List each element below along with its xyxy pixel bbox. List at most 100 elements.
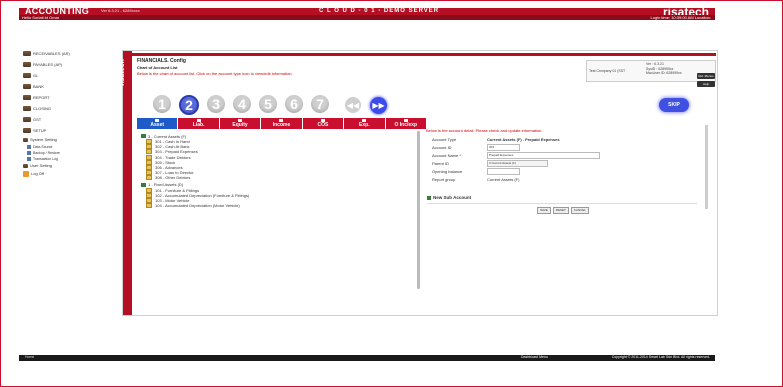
sidebar-item-user-setting[interactable]: User Setting [23, 162, 113, 169]
wizard-step-2[interactable]: 2 [179, 95, 199, 115]
help-button[interactable]: Help [697, 81, 715, 87]
tab-income[interactable]: Income [261, 118, 302, 129]
wizard-step-1[interactable]: 1 [153, 95, 171, 113]
cancel-button[interactable]: CANCEL [570, 207, 589, 214]
tab-exp[interactable]: Exp. [344, 118, 385, 129]
new-sub-account-link[interactable]: New Sub Account [427, 195, 471, 200]
tab-label: O Inc/exp [394, 122, 417, 128]
module-icon [23, 50, 31, 56]
sidebar-item-setup[interactable]: SETUP [23, 125, 113, 135]
tab-label: Asset [150, 122, 165, 128]
tab-asset[interactable]: Asset [137, 118, 178, 129]
tab-label: Exp. [359, 122, 370, 128]
wizard-step-7[interactable]: 7 [311, 95, 329, 113]
sidebar-item-label: CLOSING [33, 105, 52, 111]
detail-hint: Below is the account detail. Please chec… [426, 128, 543, 133]
parent-id-select[interactable]: 3 Current Assets (F) [487, 159, 548, 167]
fast-forward-icon[interactable]: ▶▶ [370, 97, 387, 114]
tab-liab[interactable]: Liab. [178, 118, 219, 129]
user-icon [23, 163, 28, 168]
wizard-step-3[interactable]: 3 [207, 95, 225, 113]
sidebar-item-bank[interactable]: BANK [23, 81, 113, 91]
account-name-field[interactable]: Prepaid Expenses [487, 151, 600, 159]
sidebar: RECEIVABLES (AR) PAYABLES (AP) GL BANK R… [23, 48, 113, 178]
tree-item[interactable]: 104 - Accumulated Depreciation (Motor Ve… [141, 203, 416, 209]
tree-item[interactable]: 308 - Other Debtors [141, 175, 416, 181]
wizard-step-6[interactable]: 6 [285, 95, 303, 113]
settings-icon [23, 137, 28, 142]
home-link[interactable]: Home [25, 355, 34, 359]
log-icon [27, 157, 31, 161]
sidebar-item-system-setting[interactable]: System Setting [23, 136, 113, 143]
tree-item-label: 308 - Other Debtors [155, 175, 191, 181]
page-hint: Below is the chart of account list. Clic… [137, 71, 293, 76]
account-id-field[interactable]: 303 [487, 143, 520, 151]
account-id-row: Account ID 303 [432, 143, 520, 151]
sidebar-item-label: System Setting [30, 137, 57, 142]
opening-balance-field[interactable] [487, 167, 520, 175]
copyright-text: Copyright © 2011-2014 Smart Lab Sdn Bhd.… [611, 355, 710, 359]
folder-group-icon [141, 182, 146, 187]
login-time: Login time: 10:39:00 AM Location: [650, 15, 711, 20]
sidebar-subitem-label: Transaction Log [33, 157, 58, 161]
account-name-label: Account Name * [432, 152, 461, 158]
account-type-tabs: Asset Liab. Equity Income COS Exp. O Inc… [137, 118, 427, 129]
sidebar-item-report[interactable]: REPORT [23, 92, 113, 102]
skip-button[interactable]: SKIP [659, 98, 689, 112]
module-icon [23, 105, 31, 111]
server-name: C L O U D - 0 1 - DEMO SERVER [319, 8, 440, 14]
wizard-step-5[interactable]: 5 [259, 95, 277, 113]
save-button[interactable]: SAVE [537, 207, 551, 214]
sidebar-item-label: GST [33, 116, 42, 122]
macuser-line: MacUser ID: 628959xx [646, 71, 682, 75]
report-group-value: Current Assets (F) [487, 176, 520, 182]
refresh-menus-button[interactable]: Ref. Menus [697, 73, 715, 79]
panel-side-tab: risatech [119, 51, 132, 315]
page-title: FINANCIALS. Config [137, 58, 186, 64]
sidebar-item-label: PAYABLES (AP) [33, 61, 63, 67]
sidebar-subitem-label: Data Source [33, 145, 53, 149]
account-detail: Below is the account detail. Please chec… [423, 125, 703, 225]
logoff-icon [23, 170, 29, 177]
sidebar-subitem-label: Backup / Restore [33, 151, 60, 155]
module-icon [23, 94, 31, 100]
tree-group-label: 1 - Fixed Assets (D) [148, 182, 184, 187]
tree-group-label: 3 - Current Assets (F) [148, 133, 187, 139]
sidebar-item-gst[interactable]: GST [23, 114, 113, 124]
sidebar-item-gl[interactable]: GL [23, 70, 113, 80]
account-type-row: Account Type Current Assets (F) . Prepaid… [432, 136, 560, 142]
module-icon [23, 83, 31, 89]
tab-label: Liab. [192, 122, 205, 128]
folder-group-icon [141, 134, 146, 138]
detail-buttons: SAVE RESET CANCEL [537, 207, 591, 214]
module-icon [23, 127, 31, 133]
report-group-row: Report group Current Assets (F) [432, 176, 519, 182]
detail-scrollbar[interactable] [705, 125, 708, 209]
account-id-label: Account ID [432, 144, 452, 150]
sidebar-item-label: SETUP [33, 127, 47, 133]
tab-other-inc-exp[interactable]: O Inc/exp [385, 118, 426, 129]
company-info-box: Test Company 01 (SST Ver : 6.3.21 SysID … [586, 60, 716, 87]
reset-button[interactable]: RESET [552, 207, 569, 214]
tree-scrollbar[interactable] [417, 131, 420, 289]
tab-label: COS [317, 122, 329, 128]
sidebar-item-payables[interactable]: PAYABLES (AP) [23, 59, 113, 69]
footer-bar: Home Dashboard Menu Copyright © 2011-201… [19, 355, 715, 361]
sidebar-item-closing[interactable]: CLOSING [23, 103, 113, 113]
tab-cos[interactable]: COS [302, 118, 344, 129]
version-info: Ver : 6.3.21 SysID : 628959xx MacUser ID… [646, 62, 682, 76]
tab-equity[interactable]: Equity [219, 118, 261, 129]
dashboard-menu-link[interactable]: Dashboard Menu [521, 355, 548, 359]
wizard-step-4[interactable]: 4 [233, 95, 251, 113]
parent-id-row: Parent ID 3 Current Assets (F) [432, 159, 548, 167]
sidebar-item-receivables[interactable]: RECEIVABLES (AR) [23, 48, 113, 58]
account-name-row: Account Name * Prepaid Expenses [432, 151, 600, 159]
rewind-icon[interactable]: ◀◀ [345, 97, 361, 113]
account-type-value: Current Assets (F) . Prepaid Expenses [487, 136, 560, 142]
main-panel: risatech FINANCIALS. Config Chart of Acc… [119, 50, 718, 316]
company-name: Test Company 01 (SST [589, 69, 626, 73]
opening-balance-row: Opening balance [432, 167, 520, 175]
logoff-button[interactable]: Log Off [23, 170, 113, 177]
add-account-icon [427, 195, 431, 200]
sidebar-item-label: GL [33, 72, 39, 78]
